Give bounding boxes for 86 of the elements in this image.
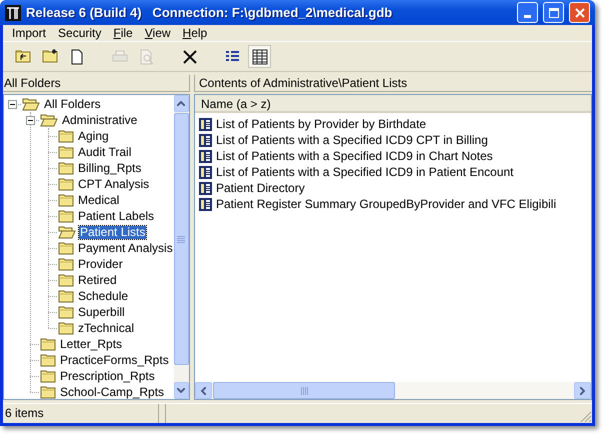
report-icon — [199, 150, 212, 162]
tree-item[interactable]: School-Camp_Rpts — [59, 386, 166, 398]
folder-icon — [40, 353, 56, 367]
scroll-thumb[interactable] — [174, 113, 189, 365]
tree-item[interactable]: Aging — [77, 130, 110, 142]
pane-header: Contents of Administrative\Patient Lists — [194, 75, 592, 92]
folder-icon — [58, 161, 74, 175]
folder-icon — [40, 369, 56, 383]
folder-icon — [58, 321, 74, 335]
folder-icon — [58, 129, 74, 143]
minimize-icon — [524, 15, 531, 18]
tree-item[interactable]: Medical — [77, 194, 120, 206]
scroll-up-button[interactable] — [174, 95, 189, 112]
open-folder-icon — [22, 97, 40, 111]
folder-icon — [58, 305, 74, 319]
menu-item[interactable]: Help — [176, 24, 214, 42]
grip-icon — [177, 236, 186, 242]
tree-item[interactable]: Superbill — [77, 306, 126, 318]
folder-icon — [58, 241, 74, 255]
report-icon — [199, 166, 212, 178]
folder-icon — [58, 177, 74, 191]
tree-item[interactable]: Patient Labels — [77, 210, 156, 222]
tree-item[interactable]: CPT Analysis — [77, 178, 150, 190]
tree-item[interactable]: All Folders — [43, 98, 102, 110]
menu-item[interactable]: File — [107, 24, 139, 42]
tree-item[interactable]: Billing_Rpts — [77, 162, 142, 174]
tree-item[interactable]: Patient Lists — [79, 226, 146, 238]
delete-icon — [182, 48, 198, 64]
grip-icon — [300, 386, 308, 394]
scroll-down-button[interactable] — [174, 382, 189, 399]
scroll-left-button[interactable] — [195, 382, 212, 399]
minimize-button[interactable] — [517, 2, 538, 23]
resize-grip-icon[interactable] — [580, 411, 592, 423]
folder-icon — [58, 257, 74, 271]
folder-icon — [58, 209, 74, 223]
scroll-thumb[interactable] — [213, 382, 395, 399]
list-item[interactable]: Patient Register Summary GroupedByProvider and VFC Eligibili — [216, 195, 556, 213]
report-icon — [199, 198, 212, 210]
tree-item[interactable]: Payment Analysis — [77, 242, 174, 254]
document-icon — [68, 48, 84, 64]
pane-header: All Folders — [3, 75, 190, 92]
tree-item[interactable]: zTechnical — [77, 322, 136, 334]
list-item[interactable]: List of Patients by Provider by Birthdate — [216, 115, 426, 133]
magnifier-page-icon — [138, 48, 154, 64]
folder-icon — [40, 337, 56, 351]
folder-icon — [58, 289, 74, 303]
maximize-button[interactable] — [543, 2, 564, 23]
menu-item[interactable]: Security — [52, 24, 108, 42]
folder-icon — [58, 193, 74, 207]
tree-item[interactable]: Administrative — [61, 114, 138, 126]
report-icon — [199, 134, 212, 146]
scroll-right-button[interactable] — [574, 382, 591, 399]
report-icon — [199, 182, 212, 194]
new-folder-icon — [42, 48, 58, 64]
list-item[interactable]: Patient Directory — [216, 179, 305, 197]
tree-item[interactable]: PracticeForms_Rpts — [59, 354, 170, 366]
tree-item[interactable]: Prescription_Rpts — [59, 370, 156, 382]
folder-icon — [58, 145, 74, 159]
close-button[interactable] — [569, 2, 590, 23]
list-item[interactable]: List of Patients with a Specified ICD9 in Patient Encount — [216, 163, 514, 181]
report-icon — [199, 118, 212, 130]
folder-icon — [58, 273, 74, 287]
collapse-button[interactable] — [8, 100, 17, 108]
printer-icon — [112, 48, 128, 64]
open-folder-icon — [40, 113, 58, 127]
status-text: 6 items — [3, 404, 159, 423]
folder-icon — [40, 385, 56, 399]
menu-item[interactable]: View — [138, 24, 177, 42]
tree-item[interactable]: Schedule — [77, 290, 130, 302]
column-header[interactable]: Name (a > z) — [195, 95, 591, 113]
tree-item[interactable]: Provider — [77, 258, 124, 270]
toolbar-button[interactable] — [248, 45, 271, 68]
window-title: Release 6 (Build 4) Connection: F:\gdbmed_2\medical.gdb — [26, 4, 394, 22]
folder-up-icon — [14, 48, 30, 64]
tree-item[interactable]: Retired — [77, 274, 118, 286]
list-item[interactable]: List of Patients with a Specified ICD9 CPT in Billing — [216, 131, 488, 149]
details-view-icon — [252, 48, 268, 64]
tree-item[interactable]: Letter_Rpts — [59, 338, 124, 350]
menu-item[interactable]: Import — [6, 24, 52, 42]
open-folder-icon — [58, 225, 76, 239]
tree-item[interactable]: Audit Trail — [77, 146, 132, 158]
collapse-button[interactable] — [26, 116, 35, 124]
maximize-icon — [548, 8, 558, 18]
app-logo-icon — [5, 4, 21, 20]
close-icon — [574, 8, 584, 18]
list-item[interactable]: List of Patients with a Specified ICD9 in Chart Notes — [216, 147, 493, 165]
